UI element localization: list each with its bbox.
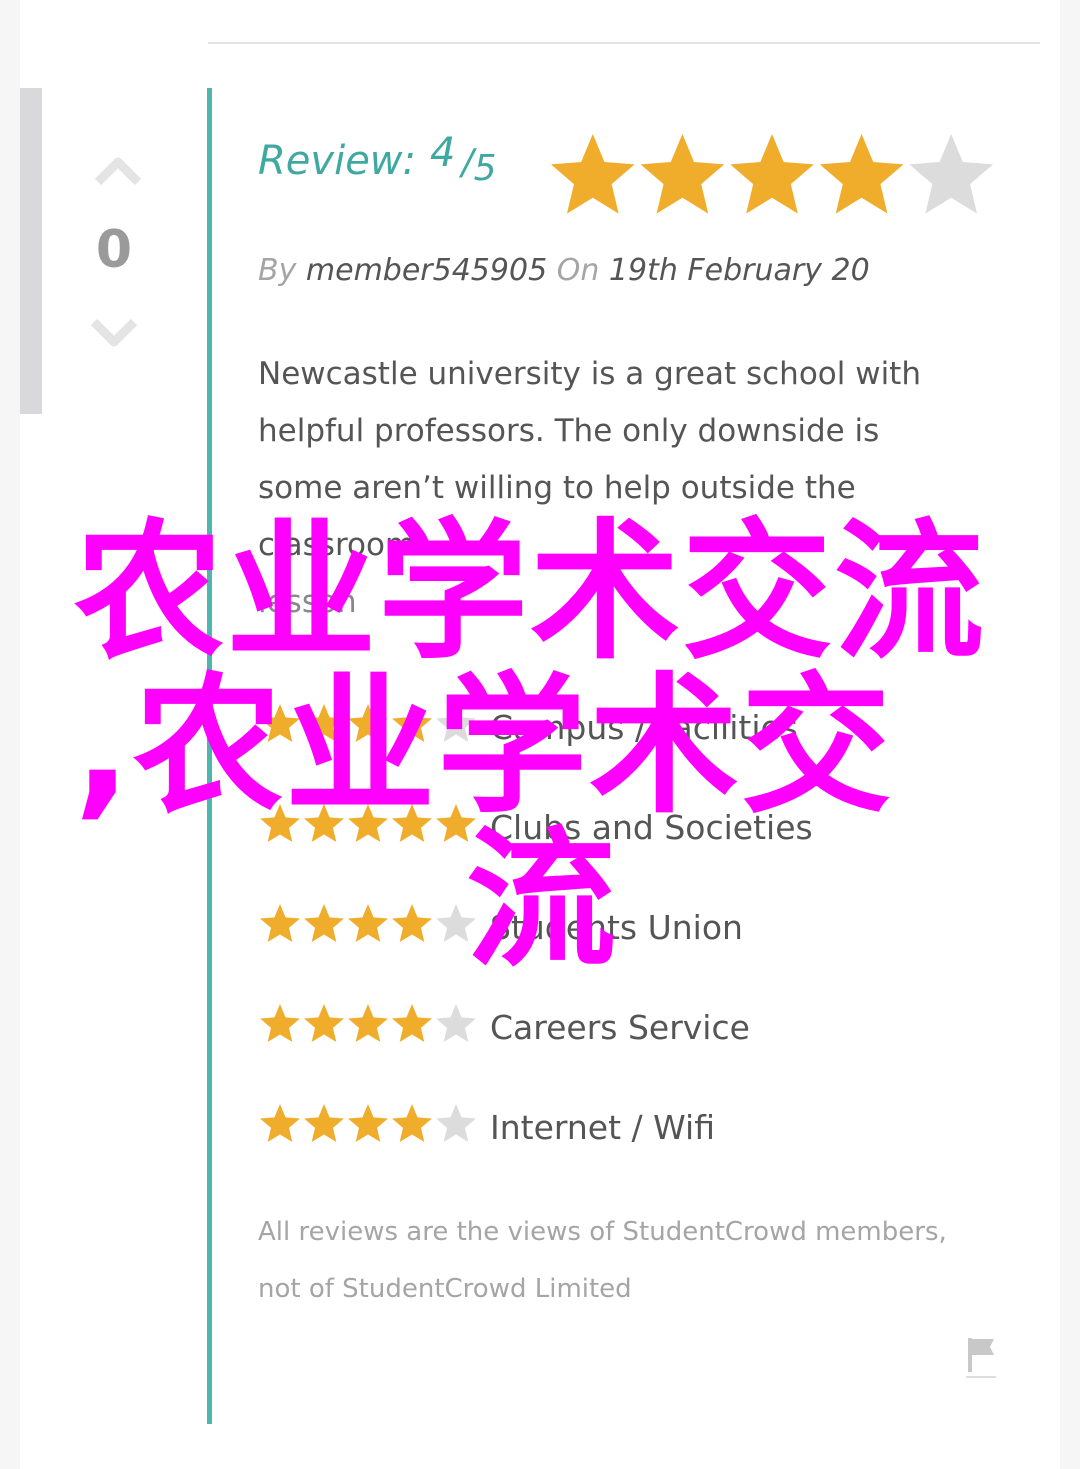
star-icon [392,1104,432,1142]
divider [208,42,1040,44]
on-label: On [556,253,600,288]
review-slash: / [461,142,474,183]
overlay-text-line: 流 [466,814,617,988]
star-icon [550,134,635,214]
star-icon [730,134,814,214]
vote-sidebar [20,88,42,414]
disclaimer-line: not of StudentCrowd Limited [258,1274,632,1304]
rating-label: Internet / Wifi [490,1108,715,1147]
vote-count: 0 [95,220,133,280]
star-icon [304,904,344,942]
overlay-text-line: ,农业学术交 [74,660,893,834]
chevron-up-icon[interactable] [92,150,144,190]
star-icon [392,1004,432,1042]
chevron-down-icon[interactable] [88,314,140,354]
star-icon [436,1004,476,1042]
row-star-rating [260,1004,476,1042]
star-icon [909,134,994,214]
star-icon [304,1004,344,1042]
star-icon [260,1004,300,1042]
row-star-rating [260,904,476,942]
star-icon [304,1104,344,1142]
disclaimer: All reviews are the views of StudentCrow… [258,1204,998,1318]
review-score: 4 [430,130,456,176]
rating-row-students-union: Students Union [258,903,1018,953]
review-date: 19th February 20 [608,253,870,288]
review-text-line: helpful professors. The only downside is [258,413,880,449]
star-icon [640,134,725,214]
rating-row-careers-service: Careers Service [258,1003,1018,1053]
star-icon [392,904,432,942]
star-icon [348,1004,388,1042]
star-icon [348,1104,388,1142]
flag-icon[interactable] [964,1334,998,1380]
overlay-text-line: 农业学术交流 [74,506,987,680]
review-max: 5 [473,148,497,189]
rating-label: Careers Service [490,1008,750,1047]
rating-row-internet-wifi: Internet / Wifi [258,1103,1018,1153]
star-icon [348,904,388,942]
star-icon [260,904,300,942]
author-name[interactable]: member545905 [306,253,547,288]
row-star-rating [260,1104,476,1142]
byline: By member545905 On 19th February 20 [258,250,870,292]
overall-star-rating [550,134,994,214]
review-text-line: Newcastle university is a great school w… [258,356,921,392]
by-label: By [258,253,297,288]
review-heading: Review: 4/5 [258,130,497,198]
disclaimer-line: All reviews are the views of StudentCrow… [258,1217,947,1247]
review-label: Review: [258,138,416,184]
star-icon [260,1104,300,1142]
star-icon [436,1104,476,1142]
star-icon [819,134,904,214]
